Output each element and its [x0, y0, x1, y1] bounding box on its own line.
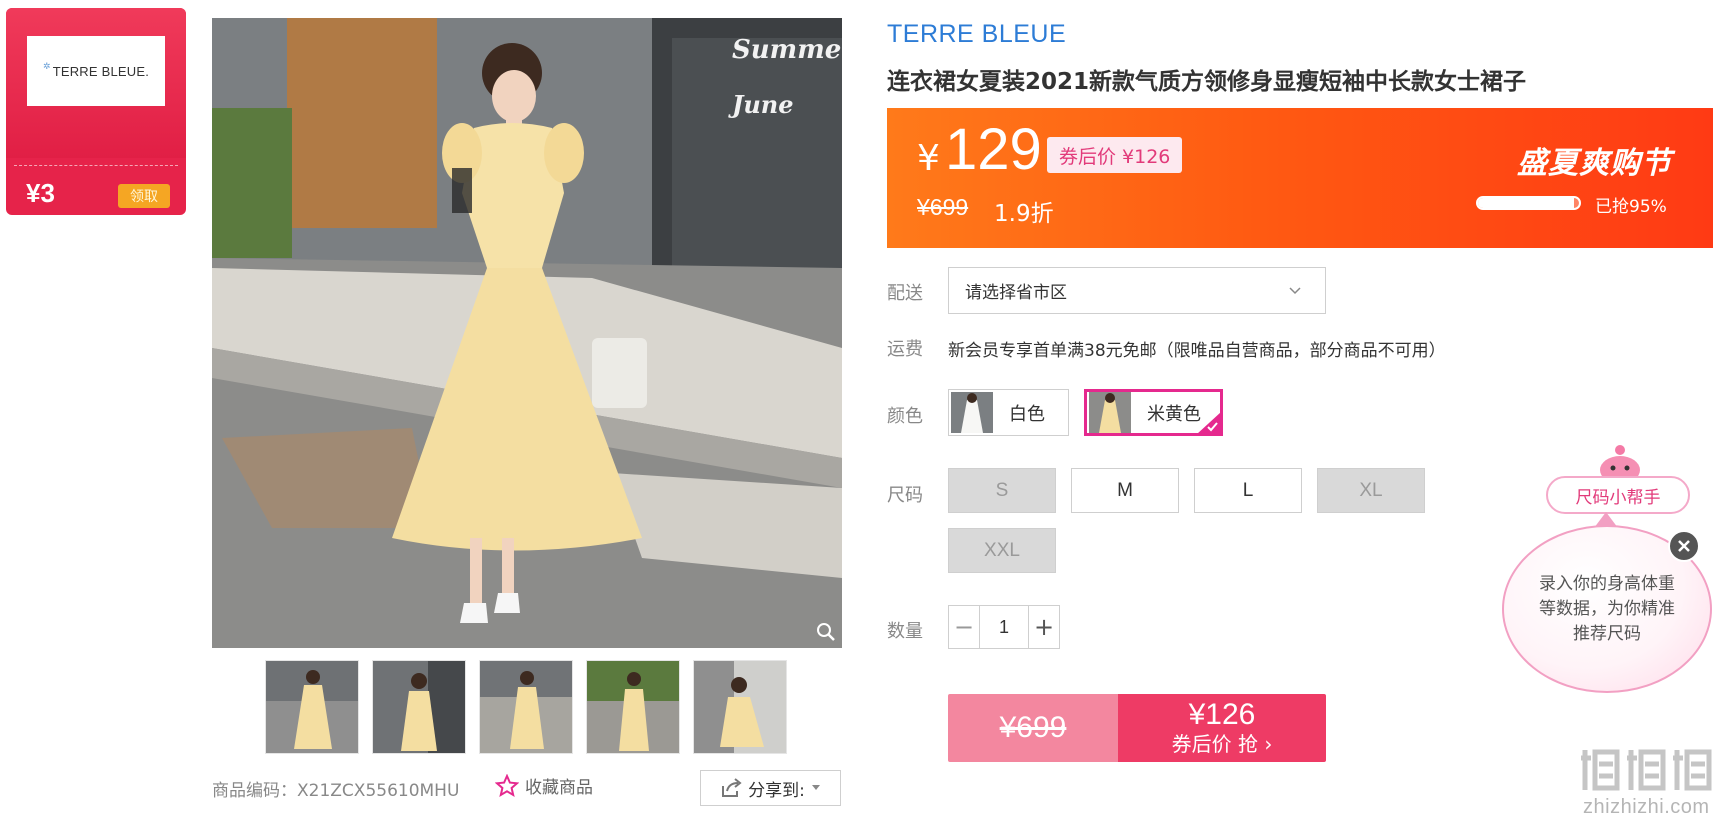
price-banner: ¥ 129 券后价 ¥126 ¥699 1.9折 盛夏爽购节 已抢95% — [887, 108, 1713, 248]
buy-original-price: ¥699 — [948, 694, 1118, 762]
logo-mark-icon: ✲ — [42, 60, 51, 71]
promo-title: 盛夏爽购节 — [1517, 146, 1672, 181]
product-photo: Summer June — [212, 18, 842, 648]
quantity-input[interactable]: 1 — [979, 606, 1029, 648]
chevron-down-icon — [1289, 287, 1301, 295]
size-helper-title[interactable]: 尺码小帮手 — [1546, 476, 1690, 514]
claim-coupon-button[interactable]: 领取 — [118, 184, 170, 208]
watermark-logo — [1581, 749, 1712, 791]
sku-code: 商品编码：X21ZCX55610MHU — [212, 781, 460, 801]
color-option-label: 白色 — [1009, 403, 1045, 425]
brand-logo-text: TERRE BLEUE. — [52, 63, 150, 79]
buy-button[interactable]: ¥699 ¥126 券后价 抢 › — [948, 694, 1326, 762]
shipping-label: 运费 — [887, 339, 923, 360]
watermark-site: zhizhizhi.com — [1583, 796, 1710, 818]
size-option-xxl[interactable]: XXL — [948, 528, 1056, 573]
quantity-stepper: − 1 + — [948, 605, 1060, 649]
color-option-white[interactable]: 白色 — [948, 389, 1069, 436]
photo-text-june: June — [728, 90, 794, 119]
coupon-amount: ¥3 — [26, 178, 55, 208]
brand-name[interactable]: TERRE BLEUE — [887, 20, 1066, 49]
photo-text-summer: Summer — [732, 35, 842, 65]
delivery-label: 配送 — [887, 283, 923, 304]
thumbnail-1[interactable] — [265, 660, 359, 754]
favorite-button[interactable]: 收藏商品 — [495, 773, 593, 798]
thumbnail-4[interactable] — [586, 660, 680, 754]
coupon-divider — [14, 165, 178, 166]
product-title: 连衣裙女夏装2021新款气质方领修身显瘦短袖中长款女士裙子 — [887, 69, 1527, 95]
buy-cta-label: 券后价 抢 › — [1171, 732, 1273, 756]
color-option-label: 米黄色 — [1147, 403, 1201, 425]
color-swatch-beige — [1089, 392, 1131, 433]
coupon-card[interactable]: ✲ TERRE BLEUE. ¥3 领取 — [6, 8, 186, 215]
size-option-xl[interactable]: XL — [1317, 468, 1425, 513]
size-helper-message: 录入你的身高体重等数据，为你精准推荐尺码 — [1539, 573, 1675, 644]
size-option-m[interactable]: M — [1071, 468, 1179, 513]
region-select-placeholder: 请选择省市区 — [965, 283, 1067, 303]
currency-symbol: ¥ — [917, 138, 940, 179]
size-label: 尺码 — [887, 485, 923, 506]
after-coupon-badge: 券后价 ¥126 — [1047, 137, 1183, 173]
share-label: 分享到: — [748, 780, 805, 801]
thumbnail-3[interactable] — [479, 660, 573, 754]
region-select[interactable]: 请选择省市区 — [948, 267, 1326, 314]
share-button[interactable]: 分享到: — [700, 770, 841, 806]
brand-logo: ✲ TERRE BLEUE. — [27, 36, 165, 106]
sold-percent-label: 已抢95% — [1595, 197, 1667, 217]
selected-check-icon — [1197, 412, 1221, 434]
sold-progress-fill — [1478, 198, 1574, 208]
buy-now-area[interactable]: ¥126 券后价 抢 › — [1118, 694, 1326, 762]
sold-progress-bar — [1476, 196, 1581, 210]
close-icon[interactable] — [1668, 530, 1700, 562]
size-option-s[interactable]: S — [948, 468, 1056, 513]
thumbnail-5[interactable] — [693, 660, 787, 754]
thumbnail-2[interactable] — [372, 660, 466, 754]
shipping-info: 新会员专享首单满38元免邮（限唯品自营商品，部分商品不可用） — [948, 341, 1446, 361]
share-icon — [722, 778, 742, 797]
quantity-increase-button[interactable]: + — [1029, 606, 1059, 648]
color-swatch-white — [951, 392, 993, 433]
color-label: 颜色 — [887, 406, 923, 427]
thumbnail-strip — [265, 660, 787, 754]
current-price: 129 — [945, 117, 1042, 182]
color-option-beige[interactable]: 米黄色 — [1084, 389, 1223, 436]
main-product-image[interactable]: Summer June — [212, 18, 842, 648]
favorite-label: 收藏商品 — [525, 778, 593, 798]
zoom-icon[interactable] — [816, 622, 836, 642]
discount-rate: 1.9折 — [994, 201, 1054, 227]
quantity-label: 数量 — [887, 621, 923, 642]
star-icon — [495, 773, 519, 797]
size-option-l[interactable]: L — [1194, 468, 1302, 513]
original-price: ¥699 — [917, 194, 969, 220]
caret-down-icon — [811, 785, 820, 790]
quantity-decrease-button[interactable]: − — [949, 606, 979, 648]
buy-coupon-price: ¥126 — [1188, 698, 1256, 731]
